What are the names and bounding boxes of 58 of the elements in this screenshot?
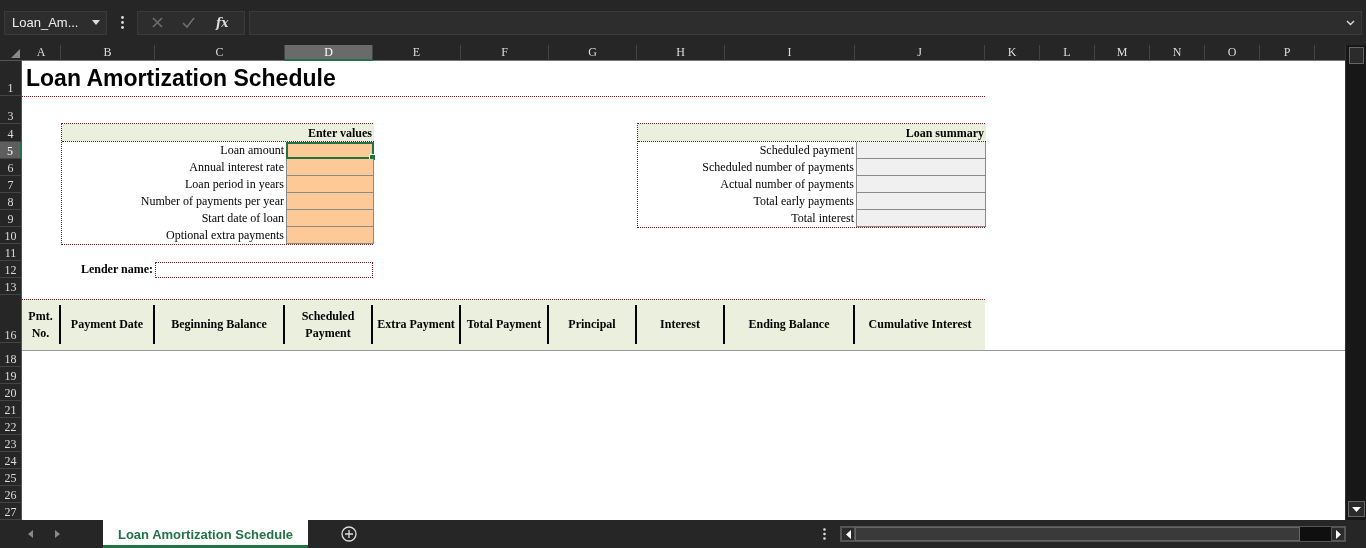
field-label: Start date of loan <box>200 210 285 227</box>
horizontal-scrollbar[interactable] <box>840 526 1346 542</box>
sheet-tab[interactable]: Loan Amortization Schedule <box>103 520 308 548</box>
summary-label: Actual number of payments <box>719 176 855 193</box>
expand-caret-icon[interactable] <box>1346 19 1355 26</box>
summary-label: Total interest <box>790 210 855 227</box>
checkmark-icon[interactable] <box>181 17 195 28</box>
panel-heading: Enter values <box>62 124 374 142</box>
summary-label: Scheduled number of payments <box>701 159 855 176</box>
column-heading: Payment Date <box>61 305 155 344</box>
column-heading: Extra Payment <box>373 305 461 344</box>
summary-label: Scheduled payment <box>758 142 855 159</box>
scroll-thumb[interactable] <box>1349 47 1364 64</box>
more-options-icon[interactable] <box>823 528 826 540</box>
column-heading: Cumulative Interest <box>867 316 973 333</box>
lender-name-field[interactable] <box>155 262 373 278</box>
vertical-scrollbar[interactable] <box>1345 45 1366 520</box>
column-heading: Pmt. No. <box>22 305 61 344</box>
column-heading: Scheduled Payment <box>285 305 373 344</box>
field-label: Annual interest rate <box>188 159 285 176</box>
input-cell[interactable] <box>286 227 374 244</box>
input-cell[interactable] <box>286 193 374 210</box>
lender-label: Lender name: <box>79 261 154 278</box>
sheet-title: Loan Amortization Schedule <box>25 64 337 93</box>
field-label: Number of payments per year <box>139 193 285 210</box>
column-heading: Interest <box>637 305 725 344</box>
scroll-left-button[interactable] <box>841 527 855 541</box>
scroll-down-button[interactable] <box>1348 501 1365 517</box>
previous-sheet-icon[interactable] <box>28 530 33 538</box>
column-heading: Ending Balance <box>725 305 855 344</box>
column-header[interactable]: D <box>285 45 373 61</box>
left-arrow-icon <box>845 529 851 539</box>
next-sheet-icon[interactable] <box>55 530 60 538</box>
column-heading: Total Payment <box>461 305 549 344</box>
column-heading: Beginning Balance <box>155 305 285 344</box>
more-options-icon[interactable] <box>121 16 124 29</box>
name-box[interactable]: Loan_Am... <box>4 10 107 35</box>
scroll-thumb[interactable] <box>855 527 1300 541</box>
input-cell[interactable] <box>286 142 374 159</box>
scroll-right-button[interactable] <box>1331 527 1345 541</box>
input-cell[interactable] <box>286 210 374 227</box>
input-cell[interactable] <box>286 159 374 176</box>
select-all-icon[interactable] <box>11 49 20 58</box>
add-sheet-icon[interactable] <box>341 526 357 542</box>
summary-label: Total early payments <box>752 193 855 210</box>
insert-function-button[interactable]: fx <box>214 15 231 30</box>
field-label: Loan amount <box>219 142 285 159</box>
column-heading: Principal <box>549 305 637 344</box>
row-header[interactable]: 5 <box>0 142 22 159</box>
cancel-icon[interactable] <box>151 17 163 28</box>
dropdown-caret-icon <box>92 20 100 25</box>
formula-bar-field[interactable] <box>249 10 1362 35</box>
right-arrow-icon <box>1335 529 1341 539</box>
input-cell[interactable] <box>286 176 374 193</box>
panel-heading: Loan summary <box>638 124 986 142</box>
field-label: Loan period in years <box>184 176 285 193</box>
down-arrow-icon <box>1352 506 1361 512</box>
field-label: Optional extra payments <box>165 227 285 244</box>
